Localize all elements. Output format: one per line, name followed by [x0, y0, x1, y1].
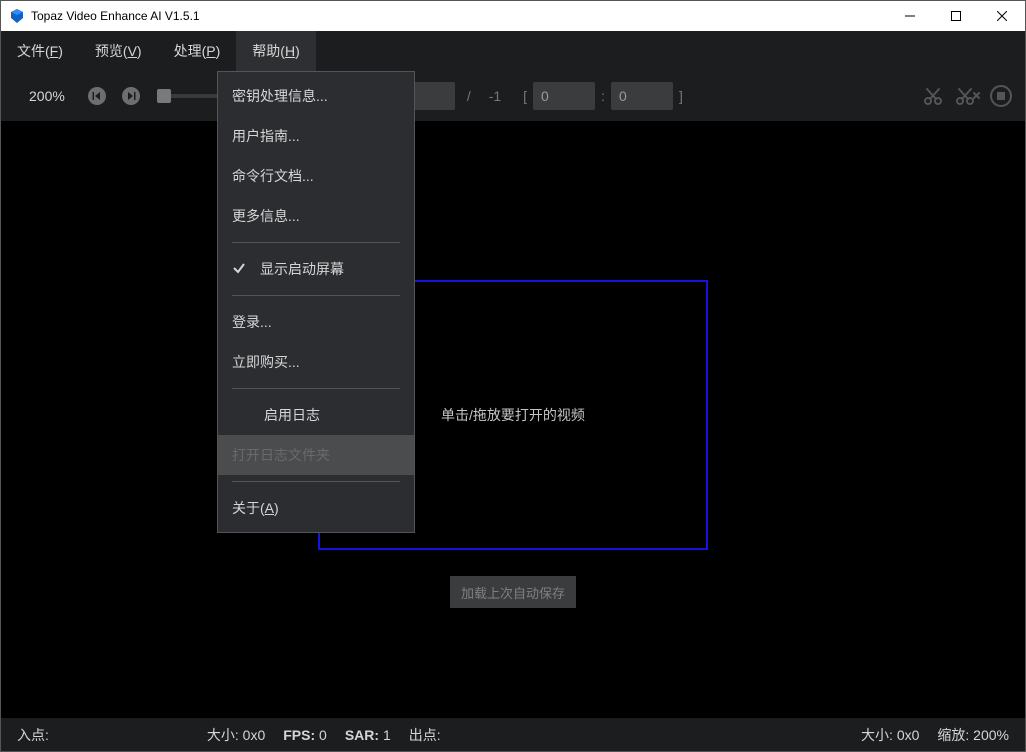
cut-remove-button[interactable] — [953, 82, 981, 110]
menu-open-log-folder: 打开日志文件夹 — [218, 435, 414, 475]
status-size1: 大小: 0x0 — [207, 725, 265, 745]
window-title: Topaz Video Enhance AI V1.5.1 — [31, 9, 200, 23]
menu-enable-log[interactable]: 启用日志 — [218, 395, 414, 435]
menu-separator — [232, 242, 400, 243]
statusbar: 入点: 大小: 0x0 FPS: 0 SAR: 1 出点: 大小: 0x0 缩放… — [1, 718, 1025, 751]
menu-user-guide[interactable]: 用户指南... — [218, 116, 414, 156]
menu-show-splash[interactable]: 显示启动屏幕 — [218, 249, 414, 289]
range-b-input[interactable]: 0 — [611, 82, 673, 110]
status-fps: FPS: 0 — [283, 727, 327, 743]
menu-about[interactable]: 关于(A) — [218, 488, 414, 528]
range-a-input[interactable]: 0 — [533, 82, 595, 110]
stop-button[interactable] — [987, 82, 1015, 110]
bracket-close: ] — [679, 88, 683, 104]
range-sep: : — [601, 88, 605, 104]
menubar: 文件(F) 预览(V) 处理(P) 帮助(H) 密钥处理信息... 用户指南..… — [1, 31, 1025, 71]
menu-cli-docs[interactable]: 命令行文档... — [218, 156, 414, 196]
minimize-button[interactable] — [887, 1, 933, 31]
titlebar: Topaz Video Enhance AI V1.5.1 — [1, 1, 1025, 31]
menu-separator — [232, 481, 400, 482]
menu-buy-now[interactable]: 立即购买... — [218, 342, 414, 382]
menu-file[interactable]: 文件(F) — [1, 31, 79, 71]
app-logo-icon — [9, 8, 25, 24]
slider-thumb[interactable] — [157, 89, 171, 103]
close-button[interactable] — [979, 1, 1025, 31]
menu-separator — [232, 295, 400, 296]
load-autosave-button[interactable]: 加载上次自动保存 — [450, 576, 576, 608]
status-in-point: 入点: — [17, 725, 49, 745]
frame-sep: / — [467, 88, 471, 104]
status-sar: SAR: 1 — [345, 727, 391, 743]
help-dropdown: 密钥处理信息... 用户指南... 命令行文档... 更多信息... 显示启动屏… — [217, 71, 415, 533]
zoom-level[interactable]: 200% — [29, 88, 65, 104]
cut-button[interactable] — [919, 82, 947, 110]
menu-more-info[interactable]: 更多信息... — [218, 196, 414, 236]
maximize-button[interactable] — [933, 1, 979, 31]
menu-help[interactable]: 帮助(H) — [236, 31, 315, 71]
dropzone-text: 单击/拖放要打开的视频 — [441, 405, 585, 425]
check-icon — [232, 261, 246, 278]
menu-key-info[interactable]: 密钥处理信息... — [218, 76, 414, 116]
content-area: 单击/拖放要打开的视频 加载上次自动保存 — [1, 121, 1025, 718]
bracket-open: [ — [523, 88, 527, 104]
status-zoom: 缩放: 200% — [937, 725, 1009, 745]
menu-login[interactable]: 登录... — [218, 302, 414, 342]
status-size2: 大小: 0x0 — [861, 725, 919, 745]
skip-forward-button[interactable] — [117, 82, 145, 110]
toolbar: 200% 0 / -1 [ 0 : 0 ] — [1, 71, 1025, 121]
skip-back-button[interactable] — [83, 82, 111, 110]
menu-preview[interactable]: 预览(V) — [79, 31, 158, 71]
status-out-point: 出点: — [409, 725, 441, 745]
frame-total: -1 — [489, 88, 501, 104]
menu-process[interactable]: 处理(P) — [158, 31, 237, 71]
menu-separator — [232, 388, 400, 389]
